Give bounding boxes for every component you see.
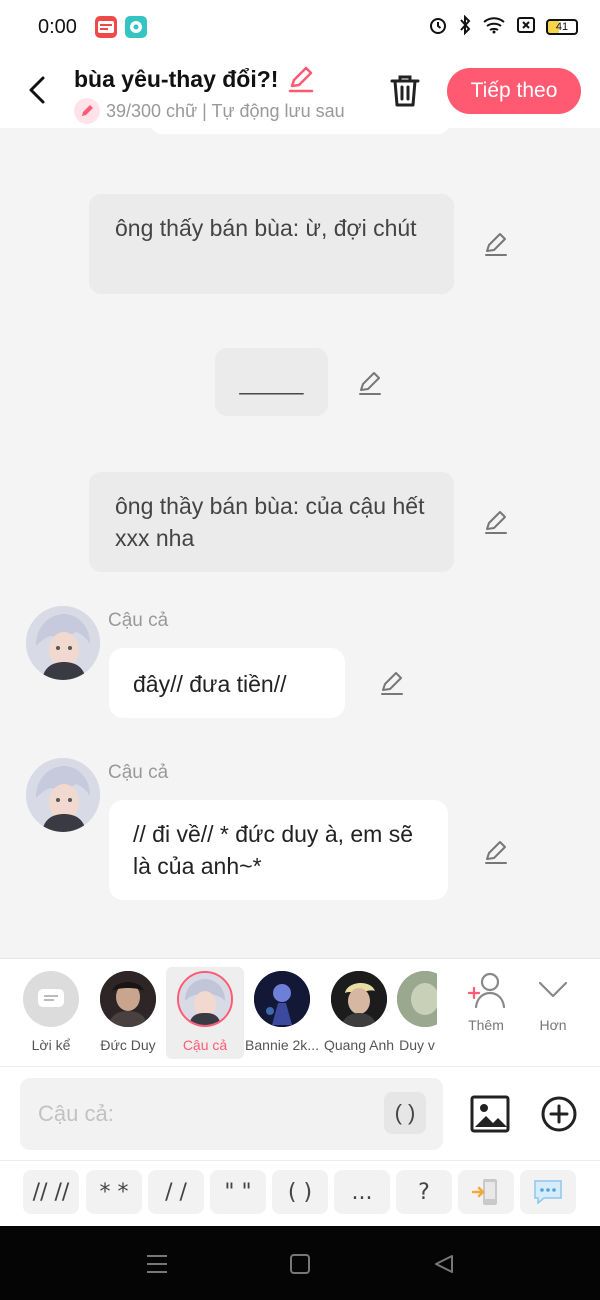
title-row: bùa yêu-thay đổi?! (74, 64, 316, 94)
character-name: Đức Duy (100, 1037, 156, 1053)
character-name: Cậu cả (182, 1037, 228, 1053)
add-character-label: Thêm (468, 1017, 504, 1033)
edit-message-icon[interactable] (356, 369, 384, 397)
quick-insert-ellipsis[interactable]: ... (334, 1170, 390, 1214)
more-label: Hơn (539, 1017, 567, 1033)
chevron-left-icon (29, 76, 45, 104)
back-nav-icon[interactable] (430, 1250, 458, 1278)
input-placeholder: Cậu cả: (38, 1101, 114, 1126)
chat-area[interactable]: ông thấy bán bùa: ừ, đợi chút _____ ông … (0, 128, 600, 958)
avatar[interactable] (26, 758, 100, 832)
character-duc-duy[interactable]: Đức Duy (89, 967, 167, 1059)
speaker-name: Cậu cả (108, 762, 169, 783)
avatar[interactable] (26, 606, 100, 680)
status-time: 0:00 (38, 15, 77, 38)
image-icon (470, 1095, 510, 1133)
character-narrator[interactable]: Lời kể (12, 967, 90, 1059)
narration-icon (23, 971, 79, 1027)
pencil-icon (74, 98, 100, 124)
message-input-row: Cậu cả: ( ) (0, 1066, 600, 1160)
narration-text: ông thầy bán bùa: của cậu hết xxx nha (115, 493, 425, 551)
character-quang-anh[interactable]: Quang Anh (320, 967, 398, 1059)
story-title: bùa yêu-thay đổi?! (74, 65, 279, 92)
delete-button[interactable] (386, 72, 424, 110)
edit-message-icon[interactable] (482, 508, 510, 536)
alarm-icon (428, 15, 448, 40)
status-indicators: 41 (428, 14, 578, 40)
word-count-status: 39/300 chữ | Tự động lưu sau (106, 100, 345, 121)
speech-bubble-icon (534, 1180, 562, 1205)
quick-insert-bar: // // * * / / " " ( ) ... ? (0, 1160, 600, 1226)
insert-image-button[interactable] (470, 1094, 510, 1134)
message-input[interactable]: Cậu cả: ( ) (20, 1078, 443, 1150)
phone-insert-button[interactable] (458, 1170, 514, 1214)
chat-app-icon (124, 16, 147, 38)
bluetooth-icon (458, 14, 472, 40)
character-duy[interactable]: Duy v (397, 967, 437, 1059)
home-nav-icon[interactable] (286, 1250, 314, 1278)
chat-bubble[interactable]: đây// đưa tiền// (109, 648, 345, 718)
character-name: Bannie 2k... (245, 1037, 319, 1053)
avatar (331, 971, 387, 1027)
action-parenthesis-button[interactable]: ( ) (384, 1092, 426, 1134)
narration-text: ông thấy bán bùa: ừ, đợi chút (115, 215, 417, 241)
word-count-row: 39/300 chữ | Tự động lưu sau (74, 98, 362, 124)
more-options-button[interactable] (539, 1094, 579, 1134)
battery-icon: 41 (546, 19, 578, 35)
speaker-name: Cậu cả (108, 610, 169, 631)
trash-icon (390, 75, 420, 107)
status-bar: 0:00 41 (0, 0, 600, 54)
narration-bubble[interactable]: _____ (215, 348, 328, 416)
narration-text: _____ (239, 369, 304, 395)
narration-bubble[interactable]: ông thấy bán bùa: ừ, đợi chút (89, 194, 454, 294)
edit-title-icon[interactable] (286, 64, 316, 94)
avatar (397, 971, 437, 1027)
quick-insert-quotes[interactable]: " " (210, 1170, 266, 1214)
plus-circle-icon (541, 1096, 577, 1132)
editor-header: bùa yêu-thay đổi?! 39/300 chữ | Tự động … (0, 54, 600, 128)
mangatoon-app-icon (94, 16, 117, 38)
quick-insert-question[interactable]: ? (396, 1170, 452, 1214)
avatar (177, 971, 233, 1027)
system-navigation-bar (0, 1226, 600, 1300)
quick-insert-slashes[interactable]: / / (148, 1170, 204, 1214)
sim-icon (516, 15, 536, 40)
more-button[interactable]: Hơn (523, 971, 583, 1033)
chat-text: đây// đưa tiền// (133, 671, 287, 697)
character-name: Quang Anh (323, 1037, 395, 1053)
back-button[interactable] (22, 72, 52, 108)
character-cau-ca[interactable]: Cậu cả (166, 967, 244, 1059)
character-picker: Lời kể Đức Duy Cậu cả Bannie 2k... Quang… (0, 958, 600, 1066)
edit-message-icon[interactable] (482, 838, 510, 866)
avatar (100, 971, 156, 1027)
character-name: Lời kể (31, 1037, 71, 1053)
character-bannie[interactable]: Bannie 2k... (243, 967, 321, 1059)
edit-message-icon[interactable] (378, 669, 406, 697)
add-person-icon (467, 972, 506, 1009)
quick-insert-asterisks[interactable]: * * (86, 1170, 142, 1214)
status-app-icons (94, 16, 147, 38)
chat-bubble[interactable]: // đi về// * đức duy à, em sẽ là của anh… (109, 800, 448, 900)
character-name: Duy v (399, 1037, 435, 1053)
menu-nav-icon[interactable] (143, 1250, 171, 1278)
chat-bubble-insert-button[interactable] (520, 1170, 576, 1214)
phone-icon (471, 1179, 497, 1205)
avatar (254, 971, 310, 1027)
previous-message-stub (150, 128, 450, 134)
narration-bubble[interactable]: ông thầy bán bùa: của cậu hết xxx nha (89, 472, 454, 572)
chat-text: // đi về// * đức duy à, em sẽ là của anh… (133, 821, 414, 879)
chevron-down-icon (538, 981, 568, 998)
wifi-icon (482, 16, 506, 39)
edit-message-icon[interactable] (482, 230, 510, 258)
next-button[interactable]: Tiếp theo (447, 68, 581, 114)
quick-insert-parentheses[interactable]: ( ) (272, 1170, 328, 1214)
add-character-button[interactable]: Thêm (456, 971, 516, 1033)
quick-insert-double-slash[interactable]: // // (23, 1170, 79, 1214)
